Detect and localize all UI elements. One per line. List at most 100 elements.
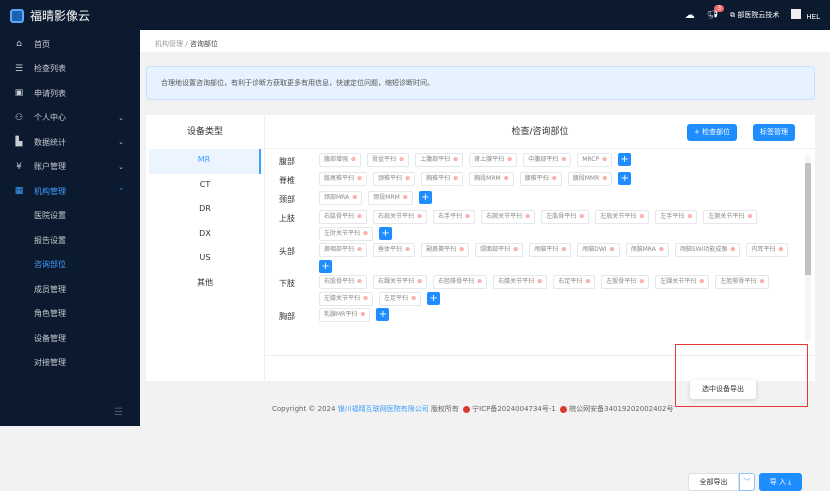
add-tag-button[interactable]: + [418, 191, 432, 204]
part-tag[interactable]: 腰椎平扫 ⊗ [519, 172, 562, 186]
device-type-item[interactable]: 其他 [149, 272, 261, 297]
add-tag-button[interactable]: + [379, 227, 393, 240]
part-tag[interactable]: 右足平扫 ⊗ [553, 275, 596, 289]
part-tag[interactable]: 颈部MRA ⊗ [319, 191, 363, 205]
part-tag[interactable]: MRCP ⊗ [577, 153, 613, 167]
remove-tag-icon[interactable]: ⊗ [525, 213, 530, 220]
remove-tag-icon[interactable]: ⊗ [352, 194, 357, 201]
part-tag[interactable]: 左肩关节平扫 ⊗ [595, 210, 650, 224]
icp-link[interactable]: 宁ICP备2024004734号-1 [472, 405, 556, 413]
import-button[interactable]: 导 入 ⤓ [759, 473, 802, 491]
remove-tag-icon[interactable]: ⊗ [585, 278, 590, 285]
remove-tag-icon[interactable]: ⊗ [537, 278, 542, 285]
remove-tag-icon[interactable]: ⊗ [504, 175, 509, 182]
remove-tag-icon[interactable]: ⊗ [513, 246, 518, 253]
remove-tag-icon[interactable]: ⊗ [363, 295, 368, 302]
part-tag[interactable]: 右膝关节平扫 ⊗ [493, 275, 548, 289]
add-tag-button[interactable]: + [618, 153, 632, 166]
remove-tag-icon[interactable]: ⊗ [351, 156, 356, 163]
part-tag[interactable]: 副鼻窦平扫 ⊗ [421, 243, 470, 257]
remove-tag-icon[interactable]: ⊗ [507, 156, 512, 163]
part-tag[interactable]: 腰段MMR ⊗ [567, 172, 613, 186]
remove-tag-icon[interactable]: ⊗ [602, 156, 607, 163]
remove-tag-icon[interactable]: ⊗ [417, 278, 422, 285]
add-tag-button[interactable]: + [319, 260, 332, 273]
scrollbar-thumb[interactable] [805, 163, 811, 275]
part-tag[interactable]: 胸椎平扫 ⊗ [421, 172, 464, 186]
company-link[interactable]: 银川福晴互联网医院有限公司 [338, 405, 429, 413]
sidebar-subitem-0[interactable]: 医院设置 [0, 204, 140, 229]
sidebar-item-6[interactable]: ▦ 机构管理 ⌃ [0, 179, 140, 204]
sidebar-item-3[interactable]: ⚇ 个人中心 ⌄ [0, 106, 140, 131]
remove-tag-icon[interactable]: ⊗ [459, 246, 464, 253]
remove-tag-icon[interactable]: ⊗ [552, 175, 557, 182]
part-tag[interactable]: 右肩关节平扫 ⊗ [373, 210, 428, 224]
collapse-sidebar-icon[interactable]: ☰ [114, 407, 123, 418]
part-tag[interactable]: 右腕关节平扫 ⊗ [481, 210, 536, 224]
logo[interactable]: 福晴影像云 [10, 7, 90, 24]
remove-tag-icon[interactable]: ⊗ [453, 156, 458, 163]
export-dropdown-chevron-down-icon[interactable]: ﹀ [739, 473, 755, 491]
sidebar-item-4[interactable]: ▙ 数据统计 ⌄ [0, 130, 140, 155]
part-tag[interactable]: 右踝关节平扫 ⊗ [373, 275, 428, 289]
remove-tag-icon[interactable]: ⊗ [579, 213, 584, 220]
sidebar-subitem-5[interactable]: 设备管理 [0, 326, 140, 351]
part-tag[interactable]: 左手平扫 ⊗ [655, 210, 698, 224]
sidebar-item-1[interactable]: ☰ 检查列表 [0, 57, 140, 82]
part-tag[interactable]: 左膝关节平扫 ⊗ [319, 292, 374, 306]
tag-manage-button[interactable]: 标签管理 [753, 124, 795, 141]
sidebar-subitem-3[interactable]: 成员管理 [0, 277, 140, 302]
remove-tag-icon[interactable]: ⊗ [699, 278, 704, 285]
cloud-upload-icon[interactable]: ☁ [685, 10, 695, 21]
part-tag[interactable]: 颈段MRM ⊗ [368, 191, 413, 205]
add-part-button[interactable]: + 检查部位 [687, 124, 738, 141]
sidebar-item-2[interactable]: ▣ 申请列表 [0, 81, 140, 106]
remove-tag-icon[interactable]: ⊗ [357, 246, 362, 253]
export-all-button[interactable]: 全部导出 [688, 473, 739, 491]
remove-tag-icon[interactable]: ⊗ [659, 246, 664, 253]
part-tag[interactable]: 上腹部平扫 ⊗ [415, 153, 464, 167]
device-type-item[interactable]: DX [149, 223, 261, 248]
add-tag-button[interactable]: + [376, 308, 390, 321]
remove-tag-icon[interactable]: ⊗ [687, 213, 692, 220]
part-tag[interactable]: 颌面部平扫 ⊗ [475, 243, 524, 257]
remove-tag-icon[interactable]: ⊗ [639, 278, 644, 285]
add-tag-button[interactable]: + [427, 292, 441, 305]
part-tag[interactable]: 颈椎平扫 ⊗ [373, 172, 416, 186]
remove-tag-icon[interactable]: ⊗ [405, 175, 410, 182]
notification-button[interactable]: 📢︎ 3 [707, 5, 725, 20]
remove-tag-icon[interactable]: ⊗ [453, 175, 458, 182]
part-tag[interactable]: 颅脑平扫 ⊗ [529, 243, 572, 257]
remove-tag-icon[interactable]: ⊗ [363, 230, 368, 237]
sidebar-subitem-1[interactable]: 报告设置 [0, 228, 140, 253]
remove-tag-icon[interactable]: ⊗ [357, 278, 362, 285]
scrollbar[interactable] [805, 155, 811, 341]
part-tag[interactable]: 左肘关节平扫 ⊗ [319, 227, 374, 241]
part-tag[interactable]: 左肱骨平扫 ⊗ [541, 210, 590, 224]
part-tag[interactable]: 右肱骨平扫 ⊗ [319, 210, 368, 224]
part-tag[interactable]: 右胫腓骨平扫 ⊗ [433, 275, 488, 289]
part-tag[interactable]: 内耳平扫 ⊗ [746, 243, 789, 257]
remove-tag-icon[interactable]: ⊗ [778, 246, 783, 253]
device-type-item[interactable]: CT [149, 174, 261, 199]
part-tag[interactable]: 中腹部平扫 ⊗ [523, 153, 572, 167]
sidebar-item-0[interactable]: ⌂ 首页 [0, 32, 140, 57]
sidebar-subitem-4[interactable]: 角色管理 [0, 302, 140, 327]
remove-tag-icon[interactable]: ⊗ [747, 213, 752, 220]
device-type-item[interactable]: MR [149, 149, 261, 174]
part-tag[interactable]: 鼻咽部平扫 ⊗ [319, 243, 368, 257]
remove-tag-icon[interactable]: ⊗ [602, 175, 607, 182]
part-tag[interactable]: 垂体平扫 ⊗ [373, 243, 416, 257]
sidebar-subitem-6[interactable]: 对接管理 [0, 351, 140, 376]
hospital-switch[interactable]: ⧉ 部医院云技术 [730, 10, 779, 20]
remove-tag-icon[interactable]: ⊗ [610, 246, 615, 253]
add-tag-button[interactable]: + [618, 172, 632, 185]
user-menu[interactable]: HEL [791, 9, 820, 21]
part-tag[interactable]: 骨盆平扫 ⊗ [367, 153, 410, 167]
sidebar-item-5[interactable]: ¥ 账户管理 ⌄ [0, 155, 140, 180]
remove-tag-icon[interactable]: ⊗ [730, 246, 735, 253]
part-tag[interactable]: 腹部增强 ⊗ [319, 153, 362, 167]
remove-tag-icon[interactable]: ⊗ [357, 175, 362, 182]
part-tag[interactable]: 颅脑DWI ⊗ [577, 243, 620, 257]
device-type-item[interactable]: DR [149, 198, 261, 223]
